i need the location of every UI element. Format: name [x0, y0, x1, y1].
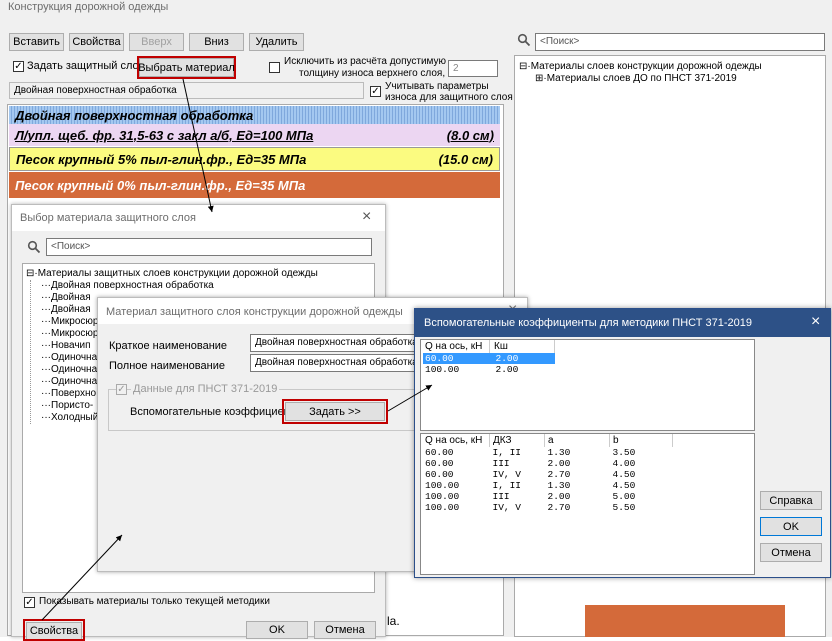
arrow-select-material	[182, 78, 214, 213]
arrow-set-coef	[387, 384, 433, 412]
arrow-properties	[41, 534, 123, 621]
annotation-arrows	[41, 78, 433, 621]
